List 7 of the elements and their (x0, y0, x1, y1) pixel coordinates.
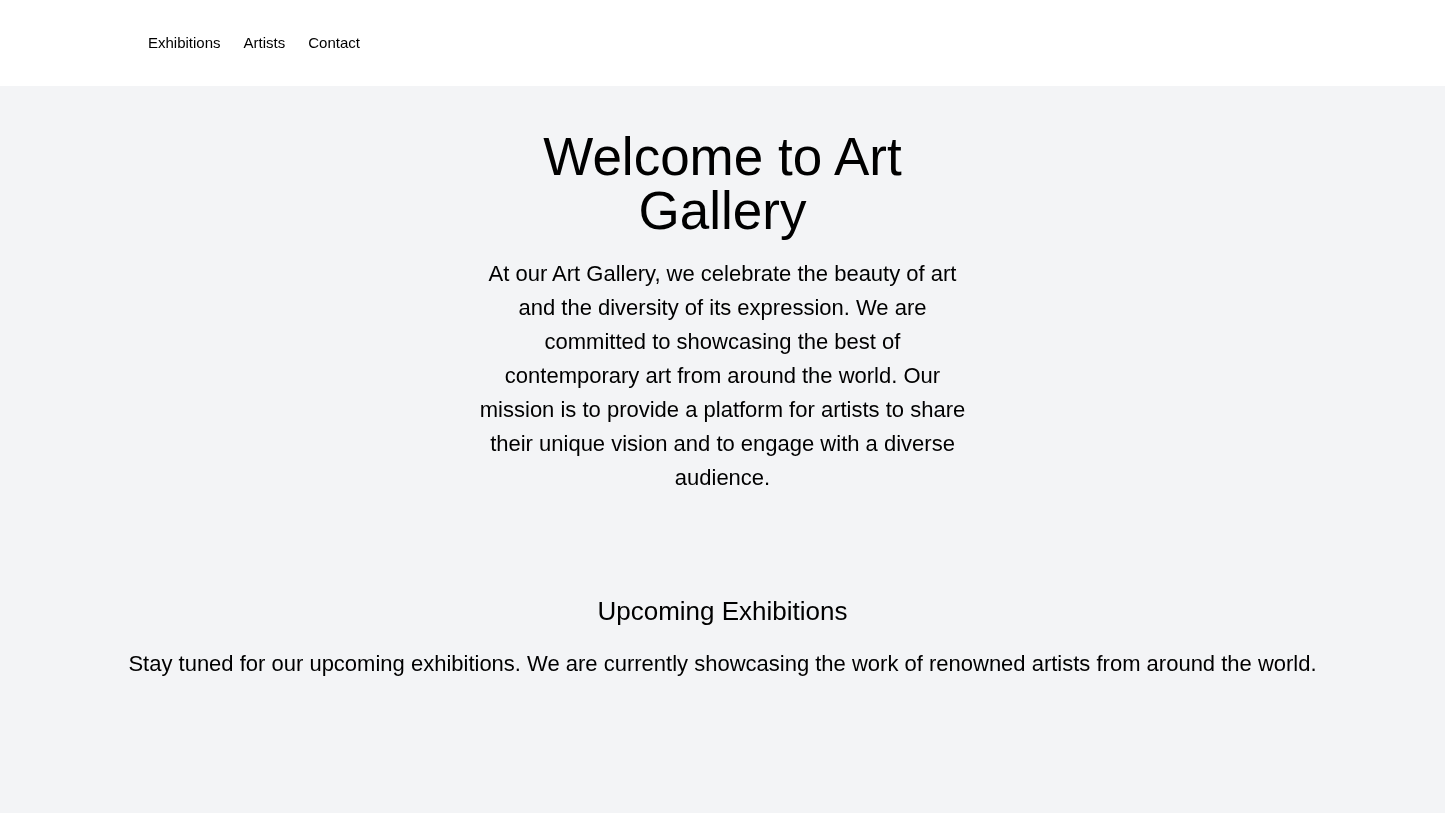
section-paragraph: Stay tuned for our upcoming exhibitions. We are currently showcasing the work of renowned artists from around the world. (128, 650, 1317, 678)
nav-link[interactable]: Contact (308, 34, 360, 52)
nav-link[interactable]: Artists (243, 34, 286, 52)
nav-link[interactable]: Exhibitions (148, 34, 221, 52)
page-title: Welcome to Art Gallery (542, 130, 903, 238)
intro-paragraph: At our Art Gallery, we celebrate the beauty of art and the diversity of its expression. We are committed to showcasing the best of contemporary art from around the world. Our mission is to provide a platform for artists to share their unique vision and to engage with a diverse audience. (478, 260, 967, 492)
section-heading: Upcoming Exhibitions (597, 595, 848, 627)
